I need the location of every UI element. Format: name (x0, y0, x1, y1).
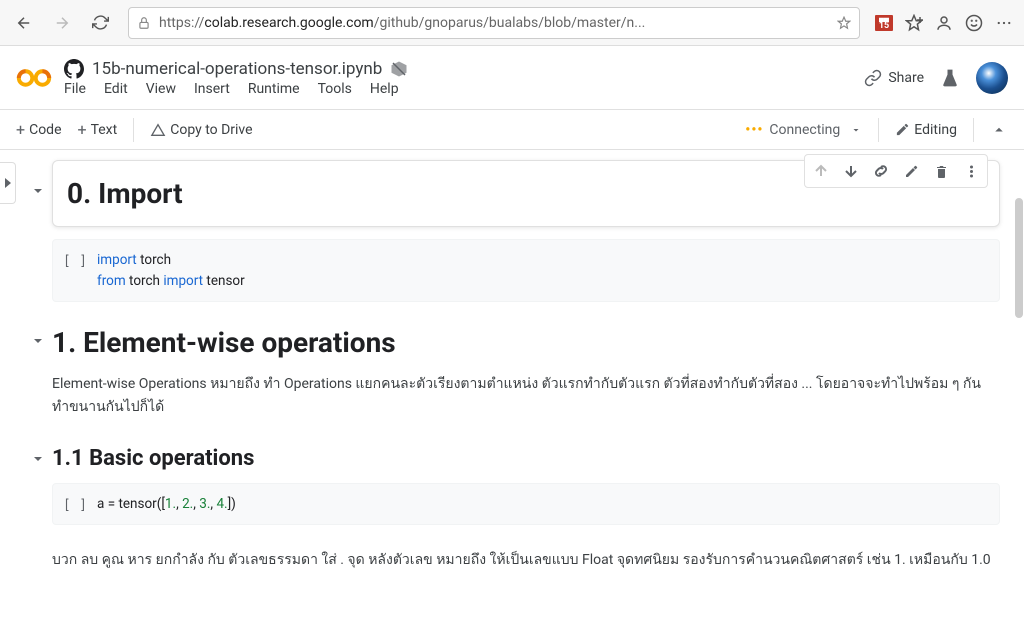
refresh-button[interactable] (84, 7, 116, 39)
more-icon[interactable] (992, 11, 1016, 35)
colab-header: 15b-numerical-operations-tensor.ipynb Fi… (0, 46, 1024, 110)
move-down-button[interactable] (837, 157, 865, 185)
drive-disabled-icon (390, 60, 408, 78)
code-cell-0[interactable]: [ ] import torch from torch import tenso… (52, 239, 1000, 302)
heading: 1. Element-wise operations (52, 326, 1000, 359)
code-content[interactable]: a = tensor([1., 2., 3., 4.]) (97, 494, 999, 515)
chevron-down-icon[interactable] (850, 124, 862, 136)
text-cell-section-1-1[interactable]: 1.1 Basic operations (36, 446, 1000, 471)
add-code-button[interactable]: +Code (16, 120, 62, 139)
menu-file[interactable]: File (64, 81, 86, 97)
execution-indicator[interactable]: [ ] (53, 250, 97, 291)
copy-to-drive-button[interactable]: Copy to Drive (150, 122, 252, 138)
notebook-toolbar: +Code +Text Copy to Drive ••• Connecting… (0, 110, 1024, 150)
loading-dots-icon: ••• (745, 122, 763, 138)
section-collapse-toggle[interactable] (32, 450, 44, 469)
star-outline-icon[interactable] (837, 16, 851, 30)
user-avatar[interactable] (976, 62, 1008, 94)
smiley-icon[interactable] (962, 11, 986, 35)
extension-calendar-icon[interactable]: ▄▄15 (872, 11, 896, 35)
editing-mode-button[interactable]: Editing (895, 122, 957, 138)
paragraph: บวก ลบ คูณ หาร ยกกำลัง กับ ตัวเลขธรรมดา … (36, 549, 1000, 571)
delete-cell-button[interactable] (927, 157, 955, 185)
drive-icon (150, 122, 166, 138)
paragraph: Element-wise Operations หมายถึง ทำ Opera… (52, 373, 1000, 418)
colab-logo-icon[interactable] (16, 66, 52, 90)
link-icon (864, 69, 882, 87)
chevron-up-icon[interactable] (990, 121, 1008, 139)
section-collapse-toggle[interactable] (32, 332, 44, 351)
profile-icon[interactable] (932, 11, 956, 35)
scrollbar[interactable] (1015, 198, 1023, 318)
connection-status[interactable]: ••• Connecting (745, 122, 862, 138)
more-cell-button[interactable] (957, 157, 985, 185)
forward-button[interactable] (46, 7, 78, 39)
expand-sidebar-button[interactable] (0, 162, 16, 204)
notebook-filename[interactable]: 15b-numerical-operations-tensor.ipynb (92, 59, 382, 79)
cell-toolbar (804, 154, 988, 188)
edit-cell-button[interactable] (897, 157, 925, 185)
text-cell-section-1[interactable]: 1. Element-wise operations Element-wise … (36, 326, 1000, 418)
browser-chrome: https://colab.research.google.com/github… (0, 0, 1024, 46)
heading: 1.1 Basic operations (52, 446, 1000, 471)
url-text: https://colab.research.google.com/github… (159, 15, 829, 31)
lock-icon (137, 16, 151, 30)
document-title-area: 15b-numerical-operations-tensor.ipynb Fi… (64, 59, 852, 97)
execution-indicator[interactable]: [ ] (53, 494, 97, 515)
menu-help[interactable]: Help (370, 81, 399, 97)
move-up-button[interactable] (807, 157, 835, 185)
link-cell-button[interactable] (867, 157, 895, 185)
github-icon (64, 59, 84, 79)
menu-bar: File Edit View Insert Runtime Tools Help (64, 81, 852, 97)
divider (133, 118, 134, 142)
share-button[interactable]: Share (864, 69, 924, 87)
add-text-button[interactable]: +Text (78, 120, 118, 139)
menu-view[interactable]: View (146, 81, 176, 97)
code-cell-1[interactable]: [ ] a = tensor([1., 2., 3., 4.]) (52, 483, 1000, 526)
divider (973, 118, 974, 142)
menu-insert[interactable]: Insert (194, 81, 230, 97)
notebook-content[interactable]: 0. Import [ ] import torch from torch im… (0, 150, 1024, 628)
divider (878, 118, 879, 142)
favorites-icon[interactable] (902, 11, 926, 35)
menu-runtime[interactable]: Runtime (248, 81, 300, 97)
code-content[interactable]: import torch from torch import tensor (97, 250, 999, 291)
back-button[interactable] (8, 7, 40, 39)
pencil-icon (895, 122, 910, 137)
section-collapse-toggle[interactable] (32, 182, 44, 201)
menu-tools[interactable]: Tools (318, 81, 352, 97)
url-bar[interactable]: https://colab.research.google.com/github… (128, 7, 860, 39)
flask-icon[interactable] (940, 68, 960, 88)
menu-edit[interactable]: Edit (104, 81, 128, 97)
